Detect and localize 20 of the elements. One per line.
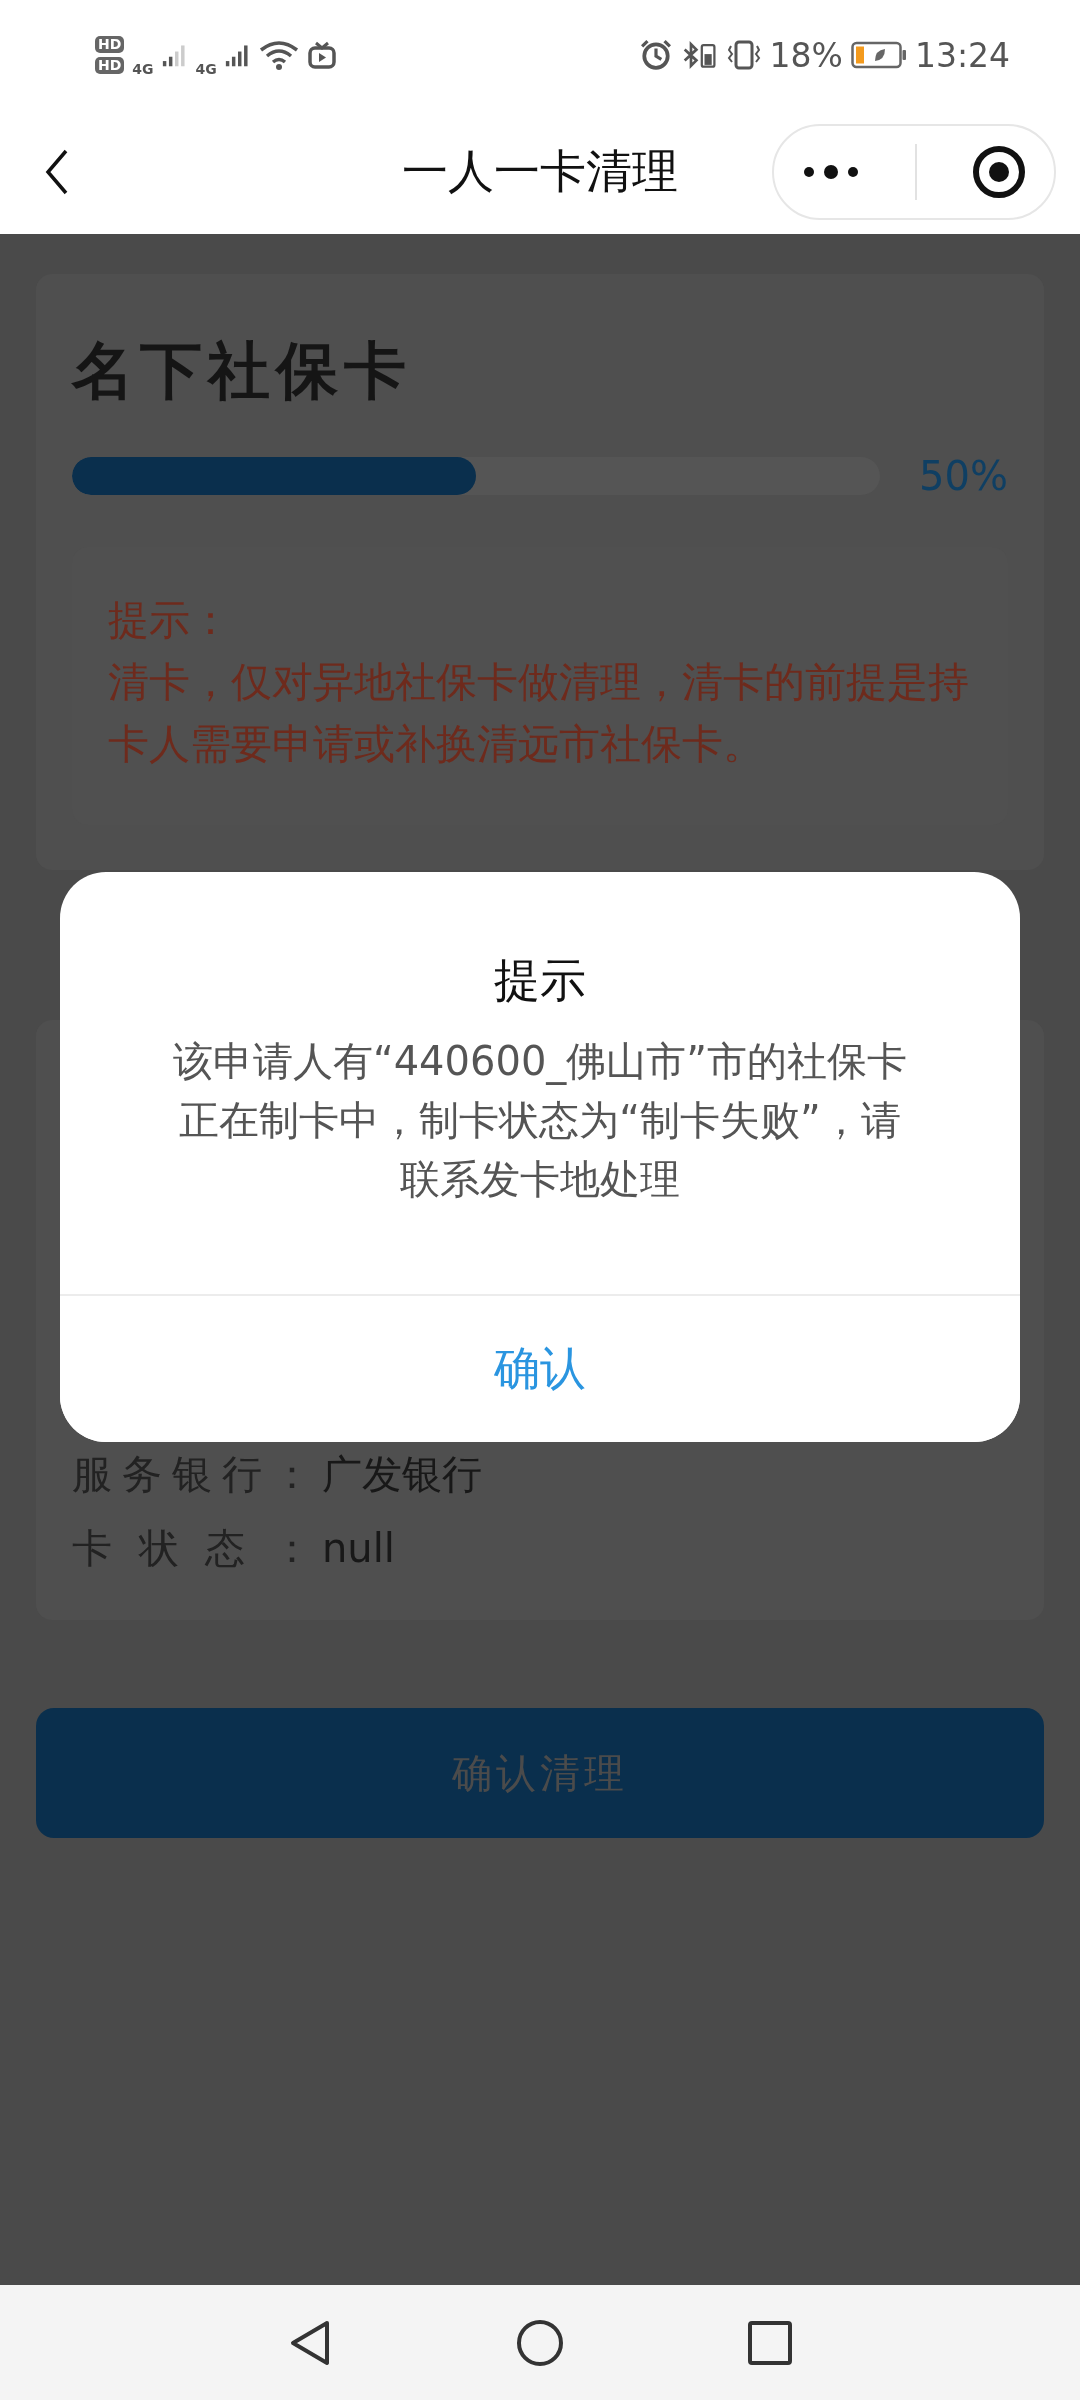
dialog-message: 该申请人有“440600_佛山市”市的社保卡正在制卡中，制卡状态为“制卡失败”，请联系发卡地处理: [171, 1037, 909, 1204]
tv-icon: [306, 40, 337, 70]
wifi-icon: [258, 40, 299, 70]
sim-indicator: HD: [95, 36, 125, 53]
bluetooth-battery-icon: [681, 39, 718, 71]
close-target-icon[interactable]: [971, 144, 1027, 200]
progress-percentage: 50%: [919, 453, 1008, 499]
clock: 13:24: [914, 35, 1010, 75]
dialog-title: 提示: [494, 952, 586, 1009]
battery-icon: [850, 41, 907, 69]
card-title: 名下社保卡: [72, 333, 413, 409]
battery-percentage: 18%: [769, 35, 843, 75]
vibrate-icon: [725, 39, 762, 71]
network-label: 4G: [195, 61, 217, 77]
confirm-button[interactable]: 确认: [60, 1294, 1020, 1442]
more-icon[interactable]: [801, 162, 861, 182]
home-circle-icon[interactable]: [515, 2317, 565, 2368]
network-label: 4G: [132, 61, 154, 77]
sim-indicator: HD: [95, 57, 125, 74]
page-title: 一人一卡清理: [401, 143, 679, 200]
